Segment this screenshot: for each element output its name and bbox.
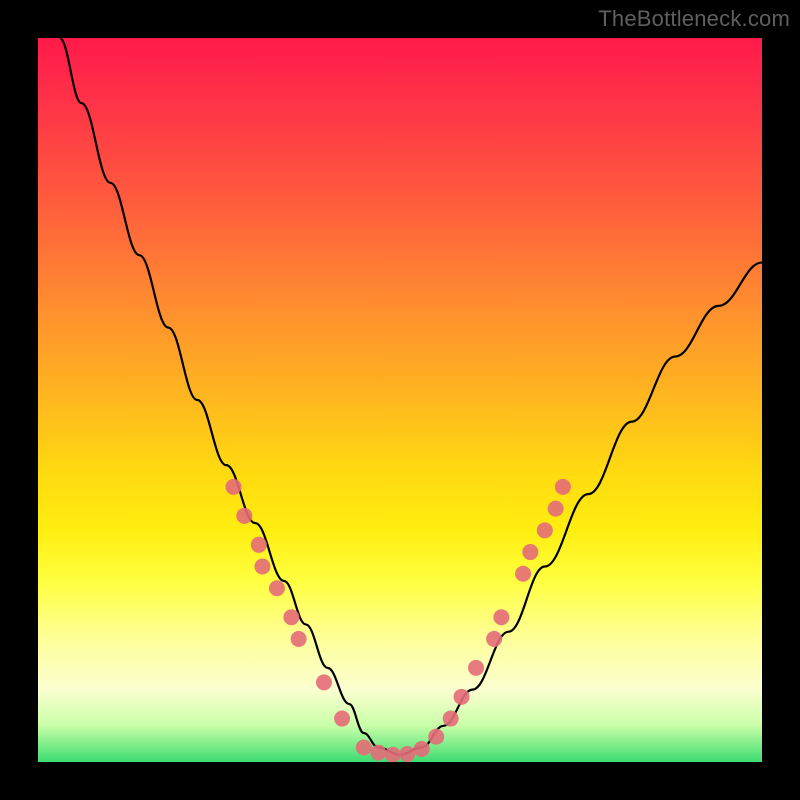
highlight-dot — [486, 631, 502, 647]
highlight-dot — [370, 745, 386, 761]
highlight-dot — [468, 660, 484, 676]
highlight-dot — [443, 711, 459, 727]
highlight-dot — [454, 689, 470, 705]
highlight-dot — [522, 544, 538, 560]
chart-frame: TheBottleneck.com — [0, 0, 800, 800]
highlight-dot — [283, 609, 299, 625]
highlight-dot — [493, 609, 509, 625]
highlight-dot — [356, 740, 372, 756]
plot-area — [38, 38, 762, 762]
highlight-dot — [251, 537, 267, 553]
highlight-dot — [334, 711, 350, 727]
highlight-dot — [399, 746, 415, 762]
highlight-dot — [428, 729, 444, 745]
highlight-dot — [269, 580, 285, 596]
highlight-dot — [236, 508, 252, 524]
highlight-dot — [225, 479, 241, 495]
highlight-dot — [291, 631, 307, 647]
bottleneck-curve — [60, 38, 762, 755]
highlight-dot — [316, 674, 332, 690]
highlight-dot — [555, 479, 571, 495]
highlight-dot — [537, 522, 553, 538]
highlight-dot — [414, 741, 430, 757]
chart-svg — [38, 38, 762, 762]
watermark-text: TheBottleneck.com — [598, 6, 790, 32]
highlight-dot — [548, 501, 564, 517]
highlight-dot — [515, 566, 531, 582]
highlight-dot — [254, 559, 270, 575]
